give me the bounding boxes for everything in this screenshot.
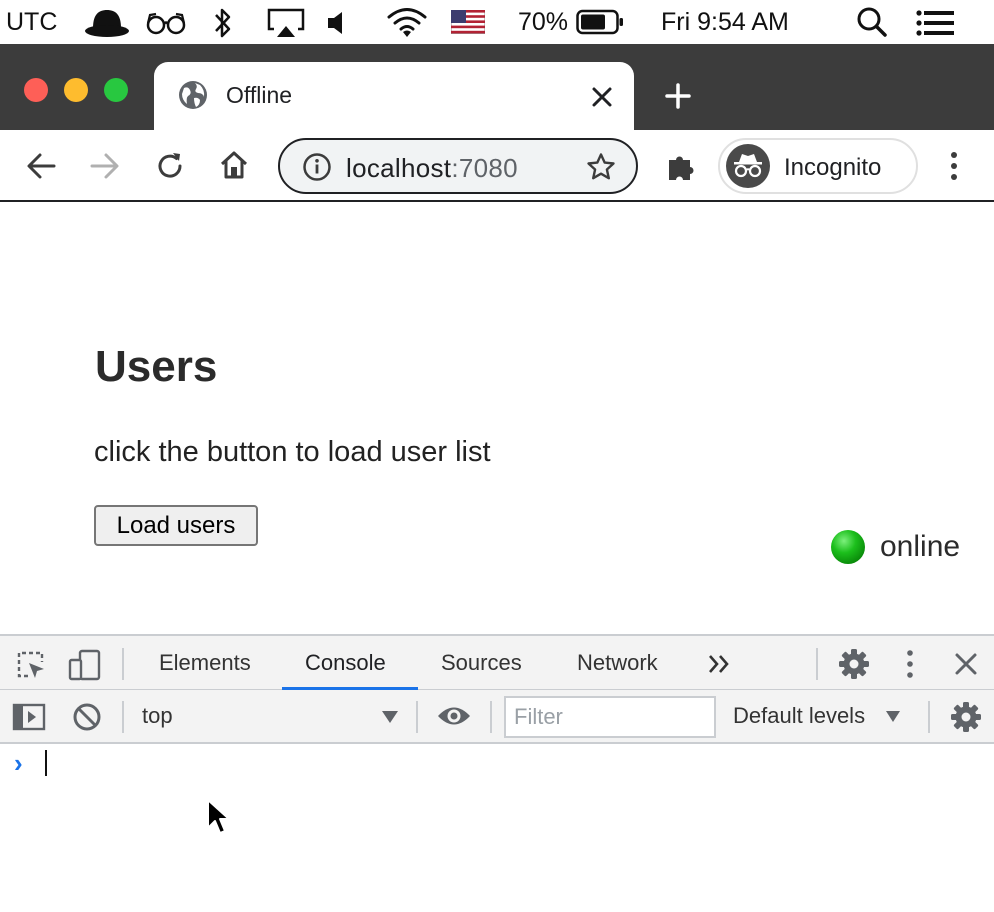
device-toolbar-icon[interactable] (68, 648, 102, 682)
window-close-button[interactable] (24, 78, 48, 102)
reload-icon[interactable] (154, 150, 186, 182)
address-bar[interactable]: localhost:7080 (278, 138, 638, 194)
bookmark-star-icon[interactable] (586, 152, 616, 182)
new-tab-plus-icon[interactable] (664, 82, 692, 110)
window-minimize-button[interactable] (64, 78, 88, 102)
console-separator (490, 701, 492, 733)
tab-title: Offline (226, 82, 293, 108)
web-page-content: Users click the button to load user list… (0, 204, 994, 634)
home-icon[interactable] (218, 150, 250, 180)
console-toolbar: top Default levels (0, 690, 994, 744)
page-description: click the button to load user list (94, 436, 491, 468)
load-users-button[interactable]: Load users (94, 505, 258, 546)
more-tabs-chevron-icon[interactable] (708, 654, 730, 674)
tab-close-icon[interactable] (591, 86, 613, 108)
site-info-icon[interactable] (302, 152, 332, 182)
devtools-tab-elements[interactable]: Elements (159, 650, 251, 676)
devtools-tab-network[interactable]: Network (577, 650, 658, 676)
console-filter-input[interactable] (504, 696, 716, 738)
levels-dropdown-arrow-icon[interactable] (885, 710, 901, 723)
console-separator (122, 701, 124, 733)
forward-arrow-icon[interactable] (90, 152, 120, 180)
inspect-element-icon[interactable] (16, 650, 46, 680)
bluetooth-icon[interactable] (212, 6, 234, 40)
log-levels-select[interactable]: Default levels (733, 703, 865, 729)
incognito-icon (726, 144, 770, 188)
battery-icon[interactable] (576, 9, 624, 35)
macos-menu-bar: UTC 70% Fri 9:54 AM (0, 0, 994, 44)
console-prompt-chevron: › (14, 748, 23, 778)
console-output-area[interactable]: › (0, 744, 994, 912)
airplay-icon[interactable] (266, 7, 306, 39)
browser-tab-active[interactable]: Offline (154, 62, 634, 130)
browser-tab-strip: Offline (0, 44, 994, 130)
devtools-tab-console[interactable]: Console (305, 650, 386, 676)
devtools-separator (816, 648, 818, 680)
execution-context-select[interactable]: top (142, 703, 173, 729)
clear-console-icon[interactable] (72, 702, 102, 732)
console-separator (416, 701, 418, 733)
timezone-label[interactable]: UTC (6, 8, 57, 37)
console-separator (928, 701, 930, 733)
window-zoom-button[interactable] (104, 78, 128, 102)
url-text[interactable]: localhost:7080 (346, 153, 518, 184)
incognito-label: Incognito (784, 154, 882, 181)
incognito-profile-chip[interactable]: Incognito (718, 138, 918, 194)
browser-menu-kebab-icon[interactable] (946, 150, 962, 182)
console-sidebar-toggle-icon[interactable] (12, 702, 46, 732)
devtools-tab-sources[interactable]: Sources (441, 650, 522, 676)
page-heading: Users (95, 342, 218, 391)
extensions-puzzle-icon[interactable] (666, 150, 698, 182)
spotlight-search-icon[interactable] (856, 6, 888, 38)
devtools-separator (122, 648, 124, 680)
back-arrow-icon[interactable] (26, 152, 56, 180)
devtools-settings-gear-icon[interactable] (838, 648, 870, 680)
globe-icon (179, 81, 207, 109)
devtools-tab-bar: Elements Console Sources Network (0, 634, 994, 690)
url-host: localhost (346, 153, 452, 183)
battery-percent[interactable]: 70% (518, 8, 568, 37)
browser-toolbar: localhost:7080 Incognito (0, 130, 994, 202)
console-text-cursor[interactable] (45, 750, 47, 776)
devtools-kebab-menu-icon[interactable] (903, 648, 917, 680)
online-status-label: online (880, 530, 961, 563)
menu-bar-clock[interactable]: Fri 9:54 AM (661, 8, 789, 37)
mouse-pointer-icon (207, 799, 230, 834)
wifi-icon[interactable] (386, 5, 428, 39)
volume-icon[interactable] (326, 10, 350, 36)
glasses-icon[interactable] (146, 10, 186, 36)
devtools-close-icon[interactable] (954, 652, 978, 676)
us-flag-icon[interactable] (451, 10, 485, 34)
bowler-hat-icon[interactable] (84, 6, 130, 38)
url-port: :7080 (451, 153, 518, 183)
console-settings-gear-icon[interactable] (950, 701, 982, 733)
online-status-dot (831, 530, 865, 564)
live-expression-eye-icon[interactable] (436, 703, 472, 729)
context-dropdown-arrow-icon[interactable] (381, 710, 399, 724)
control-center-list-icon[interactable] (916, 10, 956, 36)
